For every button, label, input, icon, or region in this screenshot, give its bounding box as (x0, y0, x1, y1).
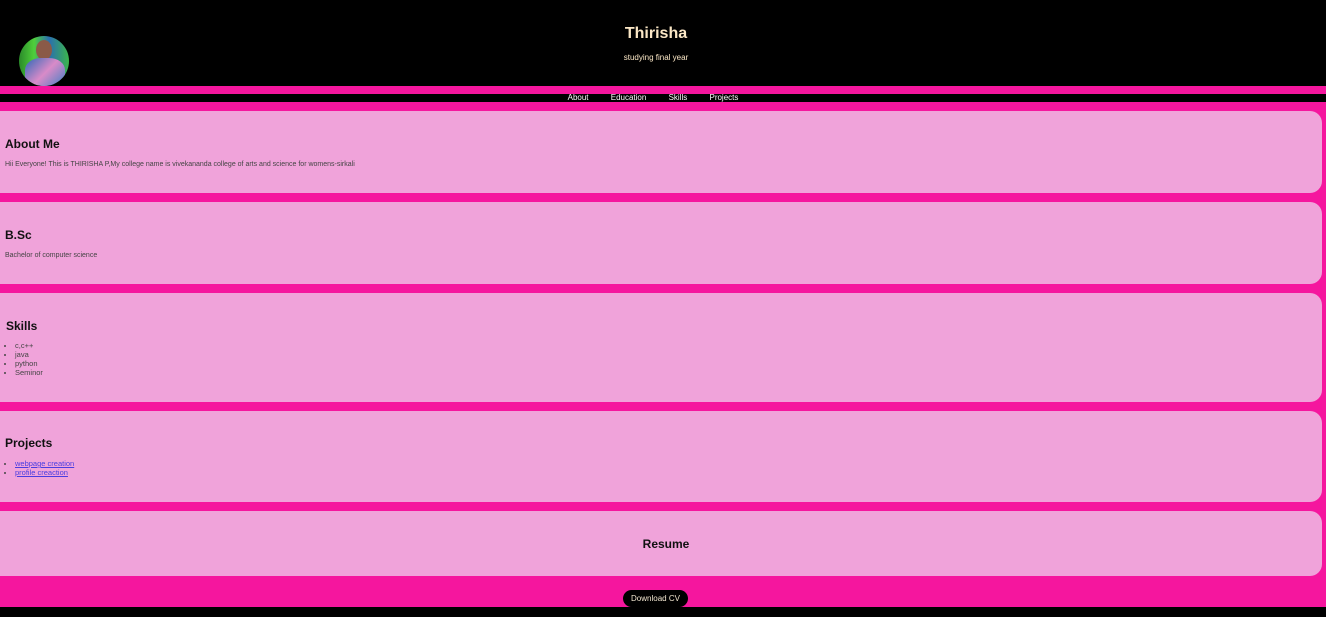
footer (0, 607, 1326, 617)
projects-section: Projects webpage creation profile creact… (0, 411, 1322, 502)
site-header: Thirisha studying final year (0, 0, 1326, 86)
about-section: About Me Hii Everyone! This is THIRISHA … (0, 111, 1322, 193)
nav-skills[interactable]: Skills (669, 93, 688, 102)
projects-list: webpage creation profile creaction (0, 459, 1322, 477)
resume-heading: Resume (642, 537, 690, 551)
project-link[interactable]: profile creaction (15, 468, 68, 477)
list-item: Seminor (15, 368, 1322, 377)
tagline: studying final year (623, 53, 689, 62)
skills-section: Skills c,c++ java python Seminor (0, 293, 1322, 402)
resume-section: Resume (0, 511, 1322, 576)
list-item: java (15, 350, 1322, 359)
list-item: python (15, 359, 1322, 368)
nav-bar: About Education Skills Projects (0, 94, 1326, 102)
projects-heading: Projects (5, 436, 53, 450)
project-link[interactable]: webpage creation (15, 459, 74, 468)
skills-list: c,c++ java python Seminor (0, 341, 1322, 377)
page-title: Thirisha (624, 25, 688, 42)
education-section: B.Sc Bachelor of computer science (0, 202, 1322, 284)
nav-about[interactable]: About (568, 93, 589, 102)
download-cv-button[interactable]: Download CV (623, 590, 688, 607)
about-text: Hii Everyone! This is THIRISHA P,My coll… (5, 161, 355, 168)
list-item: c,c++ (15, 341, 1322, 350)
nav-education[interactable]: Education (611, 93, 647, 102)
education-heading: B.Sc (5, 228, 32, 242)
education-text: Bachelor of computer science (5, 252, 98, 259)
nav-projects[interactable]: Projects (709, 93, 738, 102)
about-heading: About Me (5, 137, 60, 151)
skills-heading: Skills (6, 319, 38, 333)
